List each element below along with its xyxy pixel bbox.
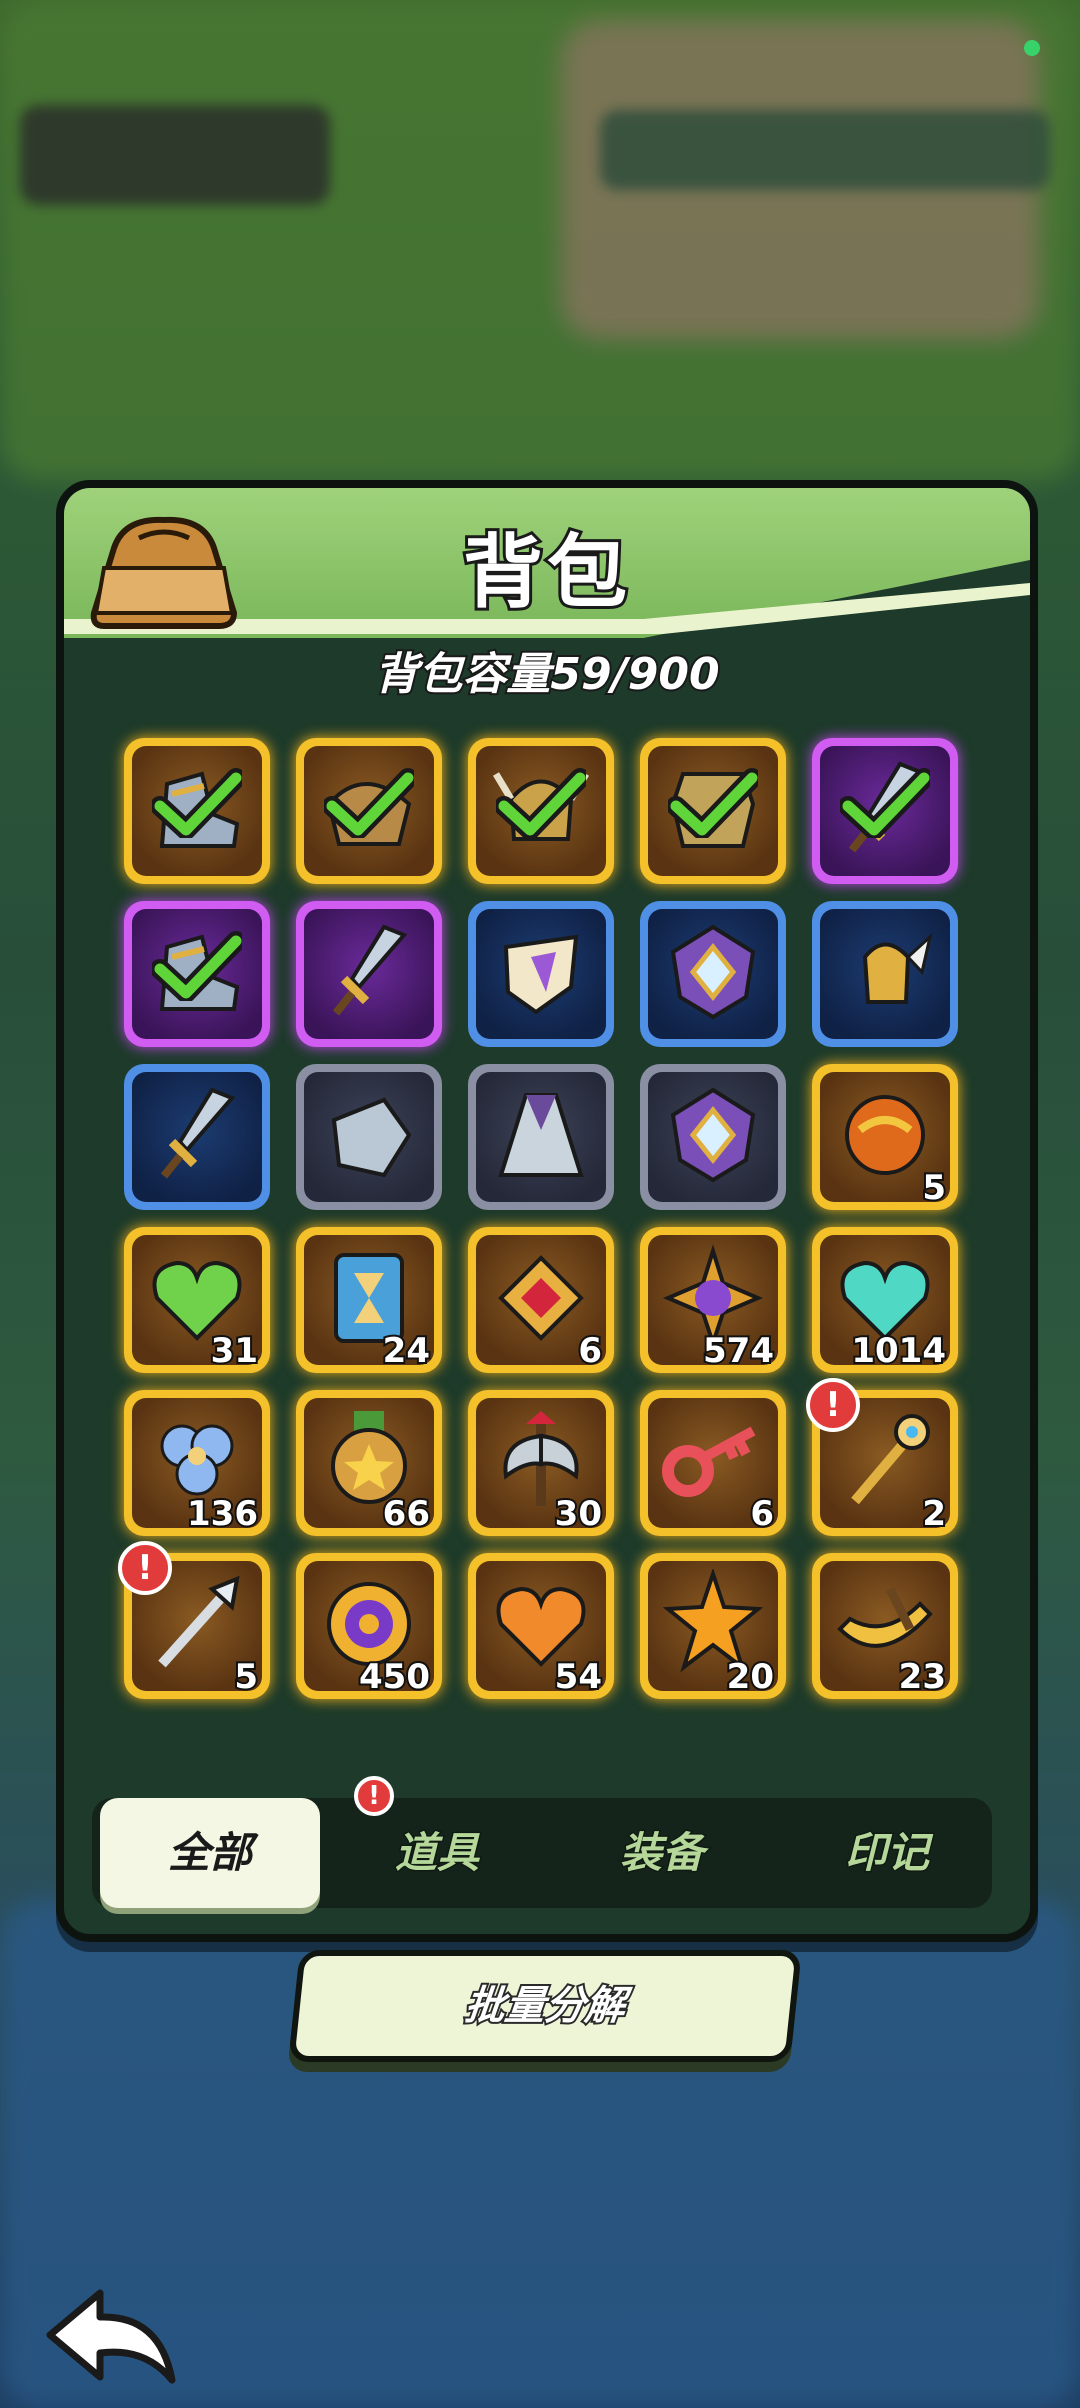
item-count: 6 bbox=[576, 1329, 604, 1373]
inventory-slot[interactable]: 24 bbox=[296, 1227, 442, 1373]
batch-decompose-button[interactable]: 批量分解 bbox=[288, 1950, 802, 2062]
inventory-slot[interactable] bbox=[468, 738, 614, 884]
tab-all[interactable]: 全部 bbox=[100, 1798, 320, 1908]
inventory-slot[interactable] bbox=[640, 1064, 786, 1210]
item-count: 23 bbox=[897, 1655, 948, 1699]
gem-shield-icon bbox=[670, 924, 756, 1020]
item-count: 1014 bbox=[849, 1329, 948, 1373]
item-count: 450 bbox=[357, 1655, 432, 1699]
inventory-slot[interactable] bbox=[296, 901, 442, 1047]
status-indicator bbox=[1024, 40, 1040, 56]
inventory-slot[interactable] bbox=[124, 738, 270, 884]
category-tabs: 全部 道具 ! 装备 印记 bbox=[92, 1776, 992, 1908]
inventory-slot[interactable]: 450 bbox=[296, 1553, 442, 1699]
inventory-slot[interactable] bbox=[124, 1064, 270, 1210]
item-count: 6 bbox=[748, 1492, 776, 1536]
item-count: 66 bbox=[381, 1492, 432, 1536]
sword-icon bbox=[332, 924, 408, 1016]
inventory-slot[interactable] bbox=[640, 738, 786, 884]
inventory-slot[interactable] bbox=[812, 738, 958, 884]
inventory-slot[interactable]: 23 bbox=[812, 1553, 958, 1699]
item-count: 31 bbox=[209, 1329, 260, 1373]
shield-icon bbox=[503, 934, 579, 1015]
inventory-slot[interactable]: 6 bbox=[640, 1390, 786, 1536]
inventory-slot[interactable] bbox=[124, 901, 270, 1047]
tab-items-alert-badge: ! bbox=[354, 1776, 394, 1816]
checkmark-icon bbox=[840, 768, 930, 838]
inventory-slot[interactable]: 30 bbox=[468, 1390, 614, 1536]
gem-shield-icon bbox=[670, 1087, 756, 1183]
gauntlet-icon bbox=[331, 1097, 412, 1178]
panel-title: 背包 bbox=[460, 523, 631, 622]
inventory-slot[interactable]: 31 bbox=[124, 1227, 270, 1373]
inventory-slot[interactable] bbox=[468, 1064, 614, 1210]
inventory-slot[interactable]: 20 bbox=[640, 1553, 786, 1699]
item-count: 2 bbox=[920, 1492, 948, 1536]
capacity-text: 背包容量59/900 bbox=[372, 647, 721, 702]
inventory-slot[interactable] bbox=[296, 1064, 442, 1210]
checkmark-icon bbox=[668, 768, 758, 838]
inventory-slot[interactable]: 136 bbox=[124, 1390, 270, 1536]
inventory-slot[interactable]: 66 bbox=[296, 1390, 442, 1536]
item-count: 136 bbox=[185, 1492, 260, 1536]
inventory-slot[interactable] bbox=[468, 901, 614, 1047]
item-count: 574 bbox=[701, 1329, 776, 1373]
inventory-slot[interactable]: 574 bbox=[640, 1227, 786, 1373]
robe-icon bbox=[498, 1093, 584, 1177]
item-count: 30 bbox=[553, 1492, 604, 1536]
resource-hud bbox=[600, 110, 1050, 190]
inventory-slot[interactable]: 54 bbox=[468, 1553, 614, 1699]
checkmark-icon bbox=[152, 931, 242, 1001]
item-count: 5 bbox=[920, 1166, 948, 1210]
checkmark-icon bbox=[324, 768, 414, 838]
alert-badge: ! bbox=[118, 1541, 172, 1595]
inventory-slot[interactable]: 1014 bbox=[812, 1227, 958, 1373]
inventory-slot[interactable] bbox=[296, 738, 442, 884]
inventory-slot[interactable] bbox=[812, 901, 958, 1047]
tab-equipment[interactable]: 装备 bbox=[552, 1798, 772, 1908]
back-arrow-icon[interactable] bbox=[40, 2285, 180, 2395]
tab-marks[interactable]: 印记 bbox=[777, 1798, 997, 1908]
item-count: 5 bbox=[232, 1655, 260, 1699]
checkmark-icon bbox=[496, 768, 586, 838]
inventory-slot[interactable]: 6 bbox=[468, 1227, 614, 1373]
checkmark-icon bbox=[152, 768, 242, 838]
winged-helmet-icon bbox=[862, 932, 933, 1004]
item-count: 24 bbox=[381, 1329, 432, 1373]
item-count: 20 bbox=[725, 1655, 776, 1699]
inventory-grid: 5 31 24 6 574 1014 136 66 30 6 2! 5! 450 54 20 23 bbox=[114, 738, 984, 1718]
inventory-slot[interactable]: 5! bbox=[118, 1541, 270, 1699]
inventory-slot[interactable] bbox=[640, 901, 786, 1047]
tab-items[interactable]: 道具 bbox=[327, 1798, 547, 1908]
backpack-panel: 背包 背包容量59/900 5 31 24 6 574 1014 136 66 30 6 2! 5! 4… bbox=[56, 480, 1038, 1942]
alert-badge: ! bbox=[806, 1378, 860, 1432]
inventory-slot[interactable]: 5 bbox=[812, 1064, 958, 1210]
inventory-slot[interactable]: 2! bbox=[806, 1378, 958, 1536]
sword-icon bbox=[160, 1087, 236, 1179]
item-count: 54 bbox=[553, 1655, 604, 1699]
player-info-hud bbox=[20, 105, 330, 205]
